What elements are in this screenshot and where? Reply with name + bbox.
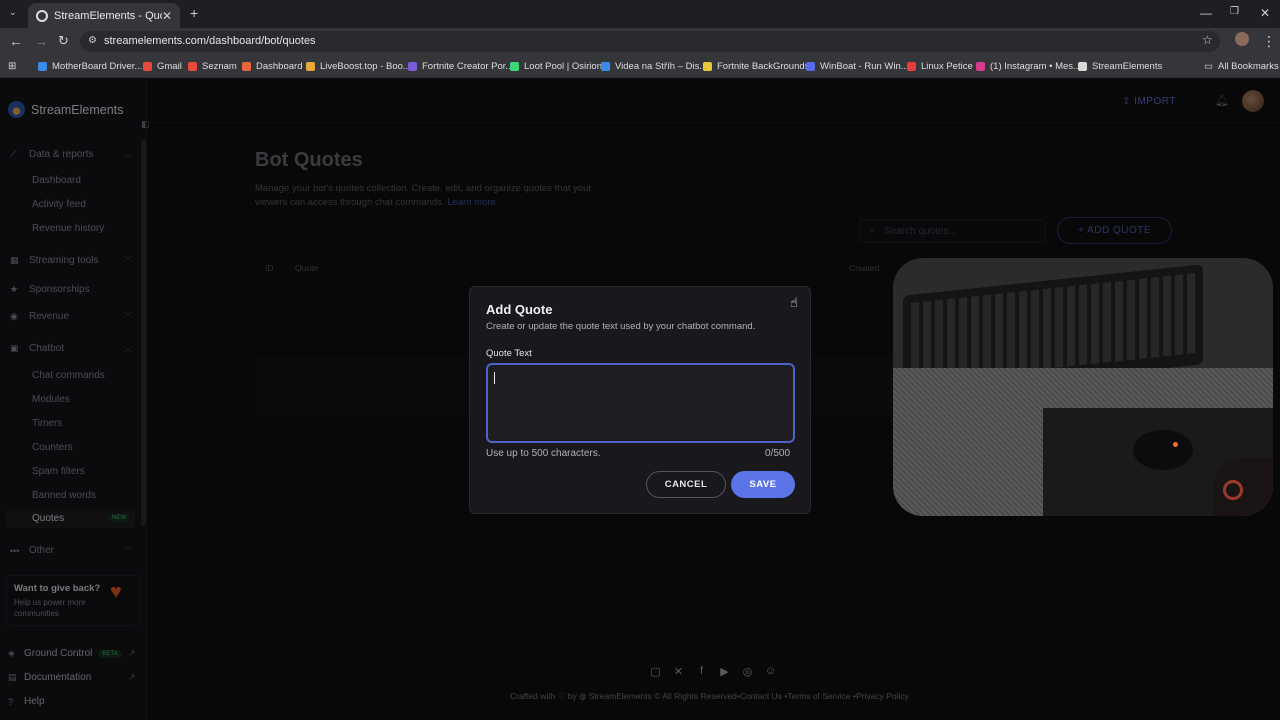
character-limit-hint: Use up to 500 characters.: [486, 448, 601, 459]
bookmark-favicon-icon: [510, 62, 519, 71]
bookmark-item[interactable]: Fortnite Creator Por...: [408, 61, 513, 72]
address-bar-row: ← → ↻ ⚙ streamelements.com/dashboard/bot…: [0, 28, 1280, 55]
webcam-overlay-image: [893, 258, 1273, 516]
bookmark-item[interactable]: Linux Petice: [907, 61, 973, 72]
back-icon[interactable]: ←: [9, 33, 23, 49]
browser-tab-bar: ⌄ StreamElements - Quotes ✕ + — ❐ ✕: [0, 0, 1280, 28]
profile-avatar[interactable]: [1235, 32, 1249, 46]
bookmark-item[interactable]: Gmail: [143, 61, 182, 72]
bookmark-item[interactable]: (1) Instagram • Mes...: [976, 61, 1081, 72]
add-quote-dialog: Add Quote Create or update the quote tex…: [469, 286, 811, 514]
all-bookmarks[interactable]: ▭ All Bookmarks: [1204, 61, 1279, 72]
bookmark-favicon-icon: [188, 62, 197, 71]
bookmark-favicon-icon: [806, 62, 815, 71]
bookmark-favicon-icon: [38, 62, 47, 71]
bookmark-favicon-icon: [976, 62, 985, 71]
bookmark-item[interactable]: Videa na Stříh – Dis...: [601, 61, 707, 72]
browser-tab[interactable]: StreamElements - Quotes ✕: [28, 3, 180, 28]
browser-menu-icon[interactable]: ⋮: [1262, 33, 1276, 50]
bookmark-item[interactable]: Seznam: [188, 61, 237, 72]
text-caret: [494, 372, 495, 384]
tab-close-icon[interactable]: ✕: [162, 9, 172, 23]
bookmark-favicon-icon: [703, 62, 712, 71]
bookmark-favicon-icon: [1078, 62, 1087, 71]
url-text: streamelements.com/dashboard/bot/quotes: [104, 35, 316, 47]
url-field[interactable]: ⚙ streamelements.com/dashboard/bot/quote…: [80, 31, 1220, 52]
maximize-icon[interactable]: ❐: [1230, 6, 1239, 17]
bookmark-favicon-icon: [306, 62, 315, 71]
new-tab-button[interactable]: +: [190, 5, 198, 21]
quote-text-input[interactable]: [486, 363, 795, 443]
apps-grid-icon[interactable]: ⊞: [8, 61, 16, 72]
dialog-subtitle: Create or update the quote text used by …: [486, 321, 756, 332]
tab-list-chevron-icon[interactable]: ⌄: [9, 7, 17, 18]
quote-text-label: Quote Text: [486, 348, 532, 359]
bookmark-item[interactable]: LiveBoost.top - Boo...: [306, 61, 411, 72]
character-counter: 0/500: [765, 448, 791, 459]
bookmark-item[interactable]: MotherBoard Driver...: [38, 61, 142, 72]
mouse-image: [1133, 430, 1193, 470]
bookmark-favicon-icon: [601, 62, 610, 71]
bookmark-favicon-icon: [143, 62, 152, 71]
bookmark-item[interactable]: Loot Pool | Osirion: [510, 61, 602, 72]
forward-icon[interactable]: →: [34, 33, 48, 49]
bookmarks-bar: ⊞ MotherBoard Driver... Gmail Seznam Das…: [0, 55, 1280, 78]
hand-image: [1213, 458, 1273, 516]
bookmark-favicon-icon: [242, 62, 251, 71]
dialog-title: Add Quote: [486, 302, 553, 317]
close-window-icon[interactable]: ✕: [1260, 6, 1270, 20]
reload-icon[interactable]: ↻: [58, 33, 69, 49]
bookmark-item[interactable]: Fortnite BackGrounds: [703, 61, 809, 72]
minimize-icon[interactable]: —: [1200, 6, 1212, 20]
bookmark-item[interactable]: WinBoat - Run Win...: [806, 61, 909, 72]
tab-title: StreamElements - Quotes: [54, 9, 162, 22]
bookmark-favicon-icon: [408, 62, 417, 71]
site-info-icon[interactable]: ⚙: [88, 35, 97, 46]
save-button[interactable]: SAVE: [731, 471, 795, 498]
folder-icon: ▭: [1204, 61, 1213, 72]
ring-image: [1223, 480, 1243, 500]
mouse-led-image: [1173, 442, 1178, 447]
bookmark-favicon-icon: [907, 62, 916, 71]
cancel-button[interactable]: CANCEL: [646, 471, 726, 498]
bookmark-item[interactable]: StreamElements: [1078, 61, 1162, 72]
bookmark-star-icon[interactable]: ☆: [1202, 33, 1213, 47]
streamelements-favicon-icon: [36, 9, 48, 22]
bookmark-item[interactable]: Dashboard: [242, 61, 302, 72]
